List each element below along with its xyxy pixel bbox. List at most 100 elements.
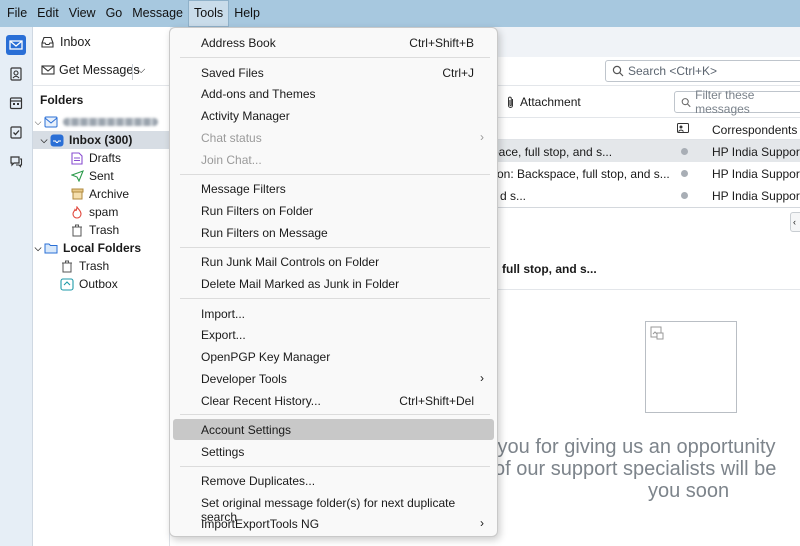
folder-drafts-label: Drafts [89,151,122,165]
thread-correspondent: HP India Support [712,167,800,181]
menu-separator [180,57,490,58]
address-book-space-button[interactable] [6,64,26,84]
thread-subject: pace, full stop, and s... [492,145,613,159]
chat-space-button[interactable] [6,151,26,171]
menu-item-label: Chat status [201,131,262,145]
folder-trash[interactable]: Trash [33,221,170,239]
menu-view[interactable]: View [64,0,101,27]
thread-subject: d s... [500,189,527,203]
folder-spam-label: spam [89,205,119,219]
chevron-down-icon[interactable]: ⌵ [39,135,49,146]
menu-item-activity-manager[interactable]: Activity Manager [173,105,494,126]
menu-item-clear-history[interactable]: Clear Recent History... Ctrl+Shift+Del [173,390,494,411]
menu-item-export[interactable]: Export... [173,324,494,345]
menu-item-label: Message Filters [201,182,286,196]
read-status-dot-icon[interactable] [681,192,688,199]
toolbar-divider [132,64,133,80]
menu-separator [180,466,490,467]
menu-item-saved-files[interactable]: Saved Files Ctrl+J [173,62,494,83]
correspondents-column-header[interactable]: Correspondents [712,123,797,137]
read-status-dot-icon[interactable] [681,170,688,177]
get-messages-button[interactable]: Get Messages [41,63,140,77]
menu-item-openpgp[interactable]: OpenPGP Key Manager [173,346,494,367]
folder-drafts[interactable]: Drafts [33,149,170,167]
menu-item-label: Add-ons and Themes [201,87,316,101]
menu-item-developer-tools[interactable]: Developer Tools › [173,368,494,389]
inbox-icon [49,133,65,147]
menu-item-addons[interactable]: Add-ons and Themes [173,83,494,104]
calendar-space-button[interactable] [6,93,26,113]
thread-correspondent: HP India Support [712,145,800,159]
folder-archive[interactable]: Archive [33,185,170,203]
menu-item-label: Settings [201,445,245,459]
folder-trash-label: Trash [89,223,120,237]
account-name-redacted [63,118,158,126]
menu-item-label: Export... [201,328,246,342]
chevron-down-icon[interactable]: ⌵ [33,243,43,254]
menu-item-settings[interactable]: Settings [173,441,494,462]
menu-item-delete-junk[interactable]: Delete Mail Marked as Junk in Folder [173,273,494,294]
filter-messages-input[interactable]: Filter these messages [674,88,800,116]
preview-subject: ce, full stop, and s... [482,262,597,276]
account-row[interactable]: ⌵ [33,113,170,131]
menu-item-set-original-folder[interactable]: Set original message folder(s) for next … [173,492,494,524]
get-messages-chevron-down-icon[interactable]: ⌵ [137,64,145,77]
spaces-toolbar [0,27,33,546]
menu-tools[interactable]: Tools [188,0,230,27]
submenu-arrow-icon: › [480,130,484,144]
global-search-input[interactable]: Search <Ctrl+K> [605,60,800,82]
menu-item-label: Join Chat... [201,153,262,167]
menu-edit[interactable]: Edit [32,0,64,27]
submenu-arrow-icon: › [480,371,484,385]
menu-item-account-settings[interactable]: Account Settings [173,419,494,440]
menu-item-run-junk-controls[interactable]: Run Junk Mail Controls on Folder [173,251,494,272]
local-folder-trash[interactable]: Trash [33,257,170,275]
menu-item-address-book[interactable]: Address Book Ctrl+Shift+B [173,32,494,53]
menu-item-label: Run Filters on Message [201,226,328,240]
menu-item-label: Address Book [201,36,276,50]
trash-icon [69,223,85,237]
chevron-down-icon[interactable]: ⌵ [33,117,43,128]
menu-item-importexporttools[interactable]: ImportExportTools NG › [173,513,494,534]
local-folder-outbox[interactable]: Outbox [33,275,170,293]
tasks-space-button[interactable] [6,122,26,142]
menu-item-run-filters-message[interactable]: Run Filters on Message [173,222,494,243]
mail-icon [9,40,23,50]
menu-file[interactable]: File [2,0,32,27]
menu-item-label: Clear Recent History... [201,394,321,408]
local-folders-row[interactable]: ⌵ Local Folders [33,239,170,257]
menu-item-remove-duplicates[interactable]: Remove Duplicates... [173,470,494,491]
search-icon [612,65,624,77]
menu-item-run-filters-folder[interactable]: Run Filters on Folder [173,200,494,221]
preview-header-toggle[interactable]: ‹ [790,212,800,232]
local-folders-icon [43,241,59,255]
preview-body-line: k you for giving us an opportunity [482,436,776,458]
folder-spam[interactable]: spam [33,203,170,221]
menu-help[interactable]: Help [229,0,265,27]
local-folder-trash-label: Trash [79,259,110,273]
attachment-filter-button[interactable]: Attachment [506,95,581,109]
mail-space-button[interactable] [6,35,26,55]
folder-inbox[interactable]: ⌵ Inbox (300) [33,131,170,149]
menu-item-chat-status: Chat status › [173,127,494,148]
search-icon [681,97,691,107]
outbox-icon [59,277,75,291]
menu-item-import[interactable]: Import... [173,303,494,324]
local-folder-outbox-label: Outbox [79,277,118,291]
menu-item-join-chat: Join Chat... [173,149,494,170]
search-placeholder: Search <Ctrl+K> [628,64,718,78]
tab-inbox[interactable]: Inbox [33,27,170,57]
read-status-dot-icon[interactable] [681,148,688,155]
correspondents-column-icon[interactable] [677,122,689,136]
menu-go[interactable]: Go [101,0,128,27]
preview-body-line: you soon [648,480,730,502]
menu-message[interactable]: Message [127,0,188,27]
spam-flame-icon [69,205,85,219]
address-book-icon [10,67,22,81]
tab-inbox-label: Inbox [60,35,91,49]
paperclip-icon [508,96,513,108]
menu-item-message-filters[interactable]: Message Filters [173,178,494,199]
folder-sent[interactable]: Sent [33,167,170,185]
filter-placeholder: Filter these messages [695,88,755,116]
chat-icon [10,156,23,168]
